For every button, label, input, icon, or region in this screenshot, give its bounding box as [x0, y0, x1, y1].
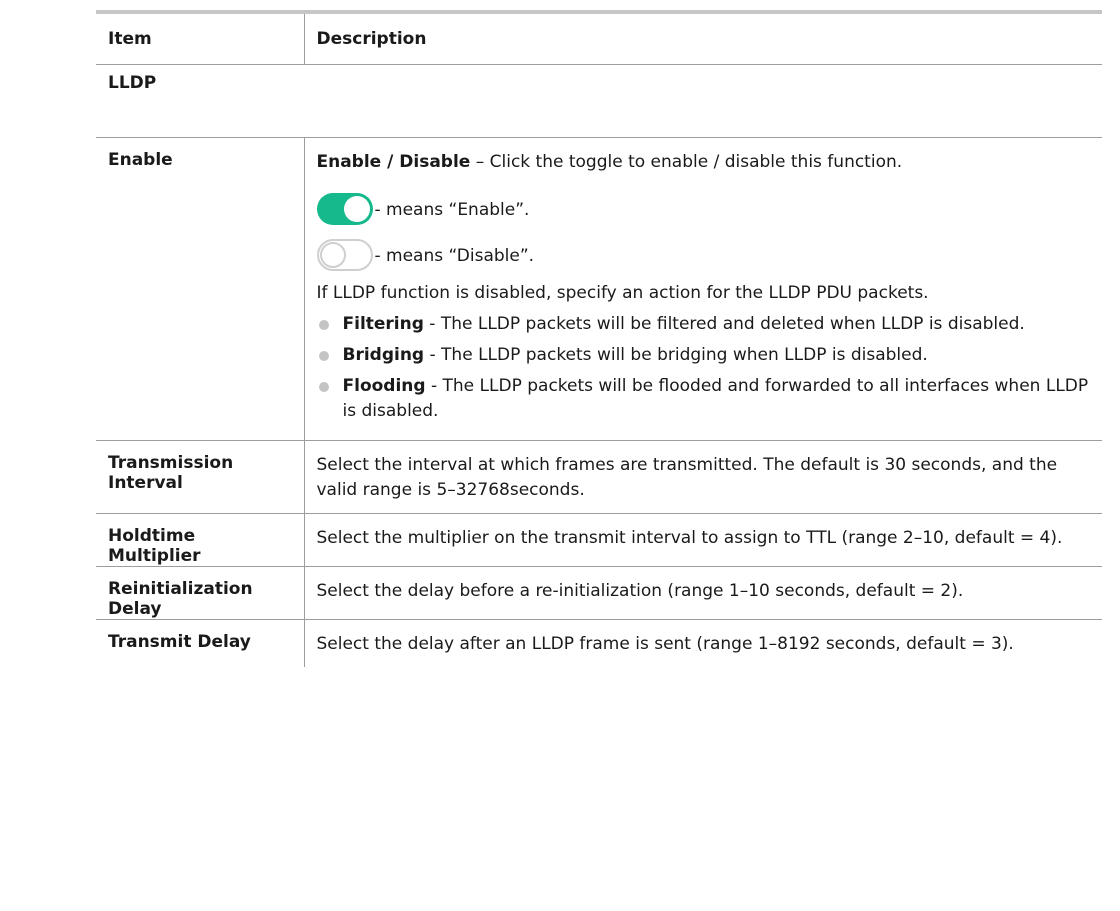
table-row-enable: Enable Enable / Disable – Click the togg…: [96, 137, 1102, 441]
option-text: - The LLDP packets will be bridging when…: [424, 345, 928, 365]
bullet-dot-icon: [318, 320, 329, 330]
option-term: Flooding: [342, 376, 426, 396]
option-term: Bridging: [342, 345, 425, 365]
table-row: Reinitialization Delay Select the delay …: [96, 566, 1102, 620]
list-item: Filtering - The LLDP packets will be fil…: [317, 312, 1091, 337]
row-description: Select the delay after an LLDP frame is …: [316, 634, 1014, 654]
option-text: - The LLDP packets will be filtered and …: [423, 314, 1025, 334]
enable-intro-rest: – Click the toggle to enable / disable t…: [470, 152, 903, 172]
bullet-dot-icon: [318, 382, 329, 392]
row-description: Select the multiplier on the transmit in…: [304, 513, 1102, 567]
row-label: Reinitialization Delay: [96, 566, 305, 620]
enable-intro-bold: Enable / Disable: [316, 152, 471, 172]
section-title: LLDP: [96, 64, 1102, 138]
toggle-on-line: - means “Enable”.: [316, 181, 1091, 225]
header-description: Description: [304, 10, 1102, 65]
table-row: Holdtime Multiplier Select the multiplie…: [96, 513, 1102, 567]
bullet-dot-icon: [318, 351, 329, 361]
row-desc-enable: Enable / Disable – Click the toggle to e…: [304, 137, 1102, 441]
table-row: Transmit Delay Select the delay after an…: [96, 619, 1102, 667]
table-row: Transmission Interval Select the interva…: [96, 440, 1102, 514]
row-description: Select the interval at which frames are …: [304, 440, 1102, 514]
enable-intro: Enable / Disable – Click the toggle to e…: [317, 150, 1091, 175]
toggle-on-icon: [316, 193, 373, 225]
toggle-off-line: - means “Disable”.: [316, 227, 1091, 271]
toggle-off-text: - means “Disable”.: [374, 246, 535, 266]
section-row: LLDP: [96, 64, 1102, 138]
row-description: Select the delay before a re-initializat…: [304, 566, 1102, 620]
table-header-row: Item Description: [96, 10, 1102, 65]
header-item: Item: [96, 10, 305, 65]
description-table: Item Description LLDP Enable Enable / Di…: [96, 10, 1102, 667]
toggle-on-text: - means “Enable”.: [374, 200, 530, 220]
toggle-off-icon: [316, 239, 373, 271]
list-item: Flooding - The LLDP packets will be floo…: [317, 374, 1091, 424]
option-text: - The LLDP packets will be flooded and f…: [342, 376, 1089, 421]
row-label-enable: Enable: [96, 137, 305, 441]
list-item: Bridging - The LLDP packets will be brid…: [317, 343, 1091, 368]
row-label: Holdtime Multiplier: [96, 513, 305, 567]
row-label: Transmit Delay: [96, 619, 305, 667]
row-label: Transmission Interval: [96, 440, 305, 514]
option-term: Filtering: [342, 314, 424, 334]
enable-note: If LLDP function is disabled, specify an…: [316, 283, 929, 303]
enable-options-list: Filtering - The LLDP packets will be fil…: [317, 312, 1091, 424]
